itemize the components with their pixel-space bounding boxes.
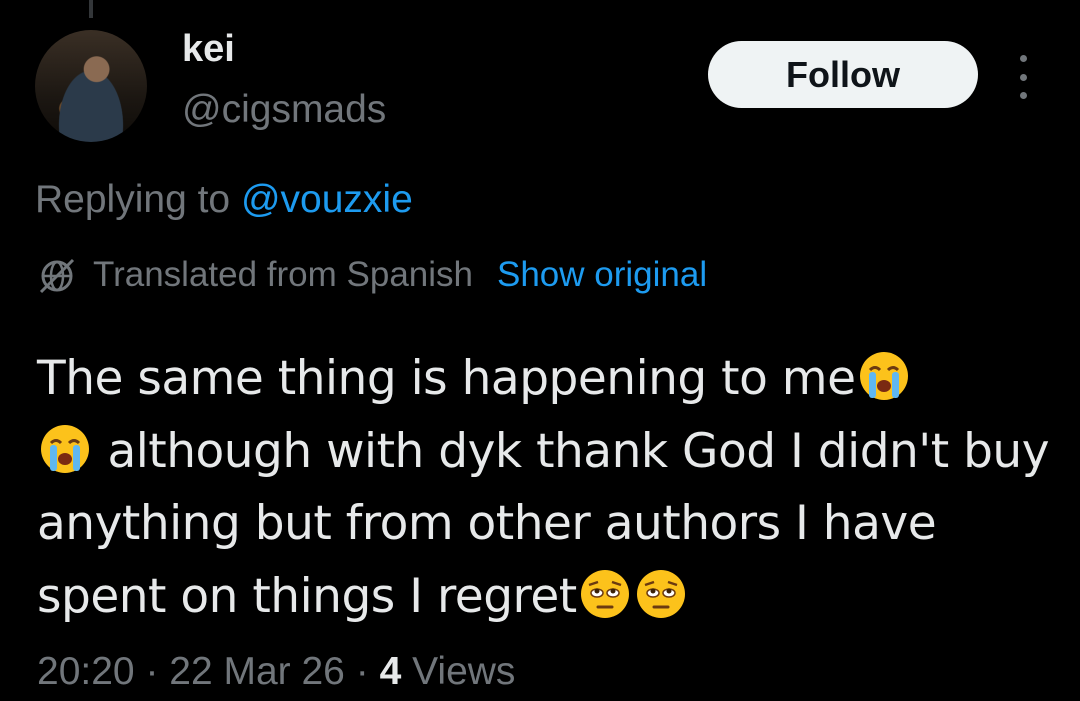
more-dot [1019, 73, 1027, 81]
more-dot [1019, 92, 1027, 99]
meta-separator: · [344, 650, 380, 693]
reply-mention-link[interactable]: @vouzxie [241, 178, 413, 221]
tweet-text: The same thing is happening to me althou… [37, 343, 1057, 633]
more-dot [1019, 55, 1027, 62]
pleading-face-emoji [577, 566, 633, 622]
more-options-icon[interactable] [1008, 55, 1038, 99]
tweet-date[interactable]: 22 Mar 26 [169, 650, 345, 693]
meta-separator: · [134, 650, 170, 693]
loudly-crying-face-emoji [856, 348, 912, 404]
show-original-link[interactable]: Show original [497, 255, 707, 295]
views-count: 4 [379, 650, 402, 693]
translate-globe-icon [37, 255, 77, 295]
replying-to: Replying to @vouzxie [35, 178, 413, 222]
pleading-face-emoji [633, 566, 689, 622]
replying-to-label: Replying to [35, 178, 241, 221]
user-handle[interactable]: @cigsmads [182, 88, 386, 132]
translation-row: Translated from Spanish Show original [37, 255, 707, 295]
translated-from-label: Translated from Spanish [93, 255, 473, 294]
views-label: Views [401, 650, 516, 693]
avatar[interactable] [35, 30, 147, 142]
tweet-text-part1: The same thing is happening to me [37, 351, 856, 406]
tweet-time[interactable]: 20:20 [37, 650, 135, 693]
follow-button[interactable]: Follow [708, 41, 978, 108]
loudly-crying-face-emoji [37, 421, 93, 477]
display-name[interactable]: kei [182, 28, 235, 71]
tweet-meta: 20:20 · 22 Mar 26 · 4 Views [37, 650, 515, 694]
tweet-text-part2: although with dyk thank God I didn't buy… [37, 423, 1064, 624]
thread-connector-line [89, 0, 93, 18]
